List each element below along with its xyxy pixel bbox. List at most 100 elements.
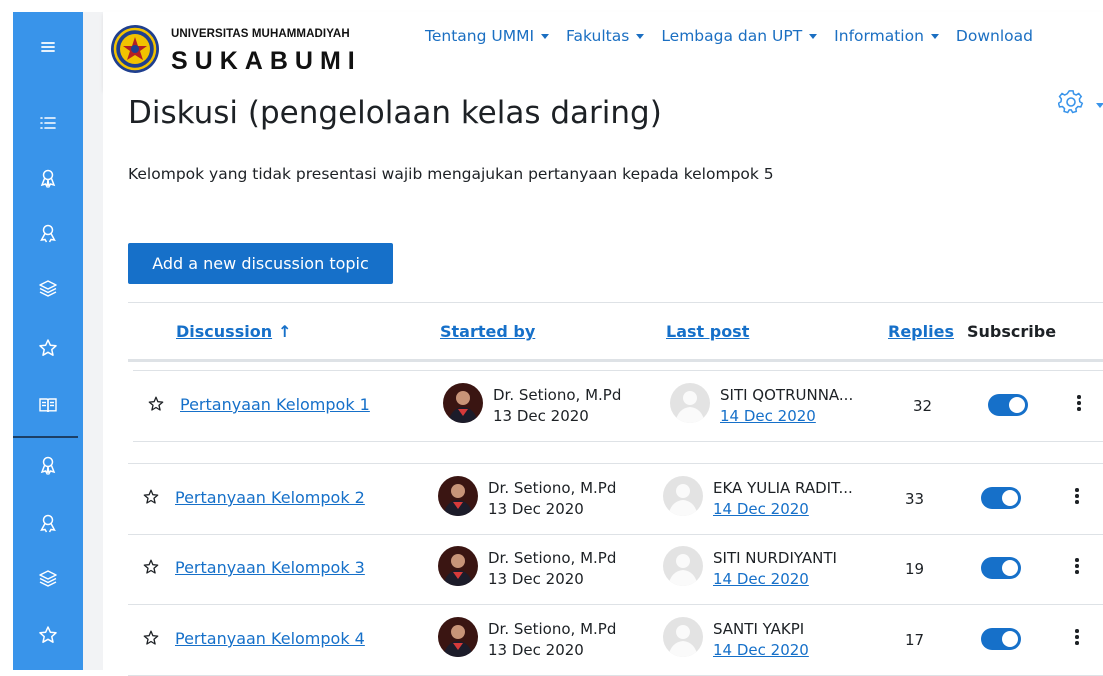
more-options-icon[interactable] — [1071, 629, 1083, 649]
starter-name: Dr. Setiono, M.Pd — [488, 549, 617, 567]
reply-count: 17 — [905, 631, 925, 649]
nav-item-label: Tentang UMMI — [425, 27, 535, 45]
last-post-author: SITI NURDIYANTI — [713, 549, 837, 567]
last-post-date-link[interactable]: 14 Dec 2020 — [720, 407, 816, 425]
last-post-author: SANTI YAKPI — [713, 620, 805, 638]
sort-discussion-link[interactable]: Discussion — [176, 322, 272, 341]
rail-item-book[interactable] — [13, 385, 83, 425]
discussion-title-link[interactable]: Pertanyaan Kelompok 2 — [175, 488, 365, 507]
discussion-title-link[interactable]: Pertanyaan Kelompok 3 — [175, 558, 365, 577]
menu-toggle-button[interactable] — [13, 27, 83, 67]
avatar[interactable] — [670, 383, 710, 423]
caret-down-icon — [930, 33, 939, 39]
main-content: Diskusi (pengelolaan kelas daring) Kelom… — [103, 89, 1103, 676]
nav-item-lembaga-dan-upt[interactable]: Lembaga dan UPT — [661, 27, 818, 45]
caret-down-icon — [636, 33, 645, 39]
avatar[interactable] — [443, 383, 483, 423]
col-header-subscribe: Subscribe — [967, 322, 1057, 341]
reply-count: 19 — [905, 560, 925, 578]
award-icon — [40, 224, 56, 243]
nav-item-label: Fakultas — [566, 27, 630, 45]
rail-item-participants-2[interactable] — [13, 445, 83, 485]
rail-item-favourites[interactable] — [13, 328, 83, 368]
last-post-date-link[interactable]: 14 Dec 2020 — [713, 500, 809, 518]
avatar[interactable] — [663, 546, 703, 586]
star-icon[interactable] — [143, 489, 159, 505]
more-options-icon[interactable] — [1071, 558, 1083, 578]
more-options-icon[interactable] — [1071, 488, 1083, 508]
last-post-author: EKA YULIA RADIT... — [713, 479, 853, 497]
rail-item-participants[interactable] — [13, 158, 83, 198]
nav-item-information[interactable]: Information — [834, 27, 939, 45]
rail-item-badges[interactable] — [13, 213, 83, 253]
start-date: 13 Dec 2020 — [488, 570, 584, 588]
start-date: 13 Dec 2020 — [488, 500, 584, 518]
rail-edge — [83, 12, 103, 670]
star-icon[interactable] — [143, 630, 159, 646]
more-options-icon[interactable] — [1073, 395, 1085, 415]
reply-count: 33 — [905, 490, 925, 508]
starter-name: Dr. Setiono, M.Pd — [488, 620, 617, 638]
reply-count: 32 — [913, 397, 933, 415]
menu-icon — [41, 42, 55, 52]
primary-navigation: Tentang UMMI Fakultas Lembaga dan UPT In… — [425, 27, 1033, 45]
brand-line-1: UNIVERSITAS MUHAMMADIYAH — [171, 28, 350, 40]
sort-started-by-link[interactable]: Started by — [440, 322, 535, 341]
nav-item-label: Information — [834, 27, 924, 45]
col-header-discussion[interactable]: Discussion ↑ — [176, 322, 291, 341]
layers-icon — [39, 280, 57, 297]
left-drawer-rail — [0, 0, 103, 670]
last-post-author: SITI QOTRUNNA... — [720, 386, 854, 404]
starter-name: Dr. Setiono, M.Pd — [493, 386, 622, 404]
table-row: Pertanyaan Kelompok 1 Dr. Setiono, M.Pd … — [133, 370, 1103, 442]
discussion-title-link[interactable]: Pertanyaan Kelompok 1 — [180, 395, 370, 414]
rail-item-course-index[interactable] — [13, 103, 83, 143]
university-logo-seal[interactable] — [110, 24, 160, 74]
star-icon[interactable] — [148, 396, 164, 412]
nav-item-label: Download — [955, 27, 1033, 45]
forum-intro-text: Kelompok yang tidak presentasi wajib men… — [128, 165, 774, 183]
avatar[interactable] — [438, 546, 478, 586]
caret-down-icon[interactable] — [1096, 103, 1103, 108]
nav-item-tentang-ummi[interactable]: Tentang UMMI — [425, 27, 550, 45]
rail-item-favourites-2[interactable] — [13, 615, 83, 655]
avatar[interactable] — [663, 476, 703, 516]
caret-down-icon — [809, 33, 818, 39]
avatar[interactable] — [438, 617, 478, 657]
top-navbar: UNIVERSITAS MUHAMMADIYAH SUKABUMI Tentan… — [103, 12, 1103, 90]
nav-item-label: Lembaga dan UPT — [661, 27, 803, 45]
last-post-date-link[interactable]: 14 Dec 2020 — [713, 570, 809, 588]
avatar[interactable] — [663, 617, 703, 657]
col-header-started-by[interactable]: Started by — [440, 322, 535, 341]
col-header-last-post[interactable]: Last post — [666, 322, 749, 341]
subscribe-toggle[interactable] — [981, 557, 1021, 579]
starter-name: Dr. Setiono, M.Pd — [488, 479, 617, 497]
start-date: 13 Dec 2020 — [493, 407, 589, 425]
nav-item-download[interactable]: Download — [956, 27, 1033, 45]
rail-item-grades-2[interactable] — [13, 558, 83, 598]
badge-icon — [40, 456, 56, 475]
layers-icon — [39, 570, 57, 587]
nav-item-fakultas[interactable]: Fakultas — [566, 27, 645, 45]
gear-icon[interactable] — [1058, 89, 1084, 115]
col-header-replies[interactable]: Replies — [888, 322, 954, 341]
book-icon — [39, 398, 57, 413]
add-discussion-topic-button[interactable]: Add a new discussion topic — [128, 243, 393, 284]
rail-item-badges-2[interactable] — [13, 503, 83, 543]
subscribe-toggle[interactable] — [988, 394, 1028, 416]
award-icon — [40, 514, 56, 533]
star-icon[interactable] — [143, 559, 159, 575]
rail-item-grades[interactable] — [13, 268, 83, 308]
avatar[interactable] — [438, 476, 478, 516]
sort-last-post-link[interactable]: Last post — [666, 322, 749, 341]
table-row: Pertanyaan Kelompok 4 Dr. Setiono, M.Pd … — [128, 605, 1103, 676]
table-row: Pertanyaan Kelompok 2 Dr. Setiono, M.Pd … — [128, 463, 1103, 535]
discussion-title-link[interactable]: Pertanyaan Kelompok 4 — [175, 629, 365, 648]
sort-ascending-icon: ↑ — [278, 322, 292, 341]
start-date: 13 Dec 2020 — [488, 641, 584, 659]
last-post-date-link[interactable]: 14 Dec 2020 — [713, 641, 809, 659]
subscribe-toggle[interactable] — [981, 628, 1021, 650]
sort-replies-link[interactable]: Replies — [888, 322, 954, 341]
badge-icon — [40, 169, 56, 188]
subscribe-toggle[interactable] — [981, 487, 1021, 509]
